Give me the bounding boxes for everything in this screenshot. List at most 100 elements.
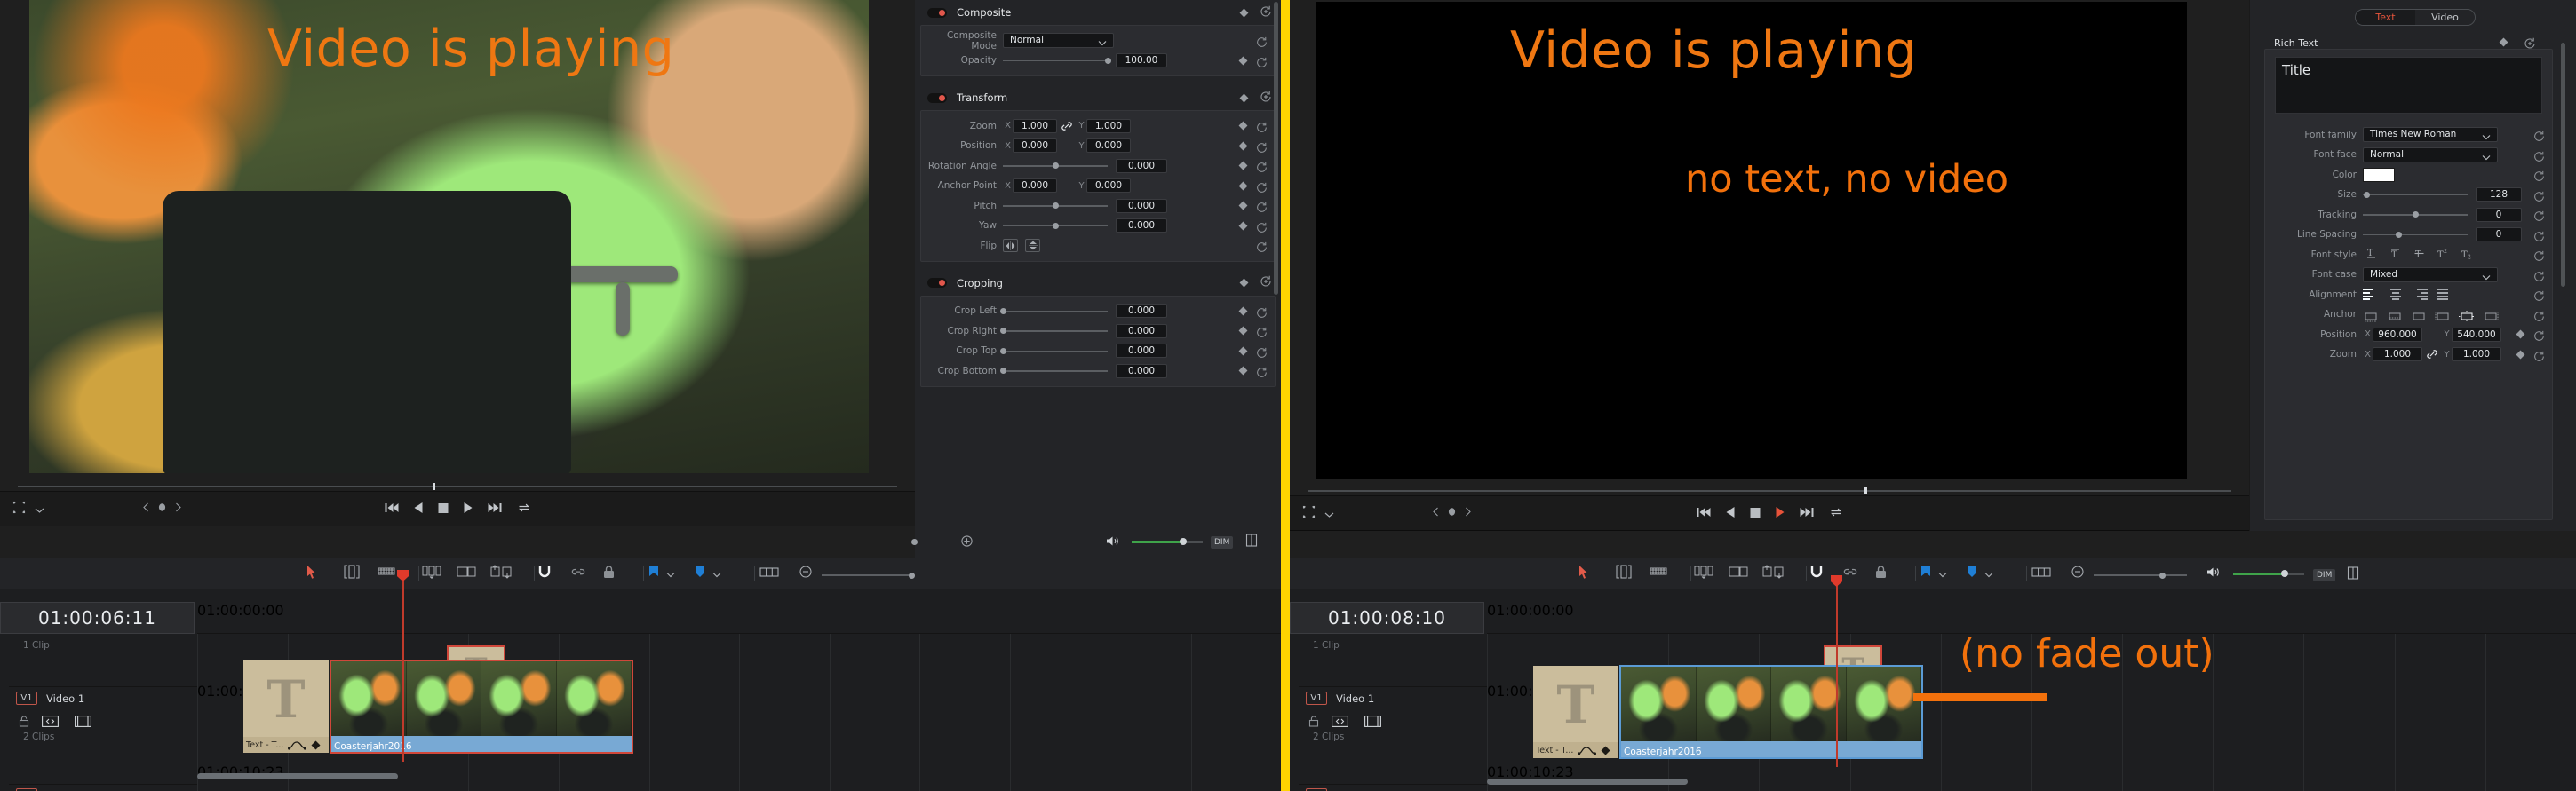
lock-icon[interactable] bbox=[1874, 565, 1888, 582]
rich-text-input[interactable]: Title bbox=[2275, 57, 2542, 114]
right-viewer-scrubber[interactable] bbox=[1308, 487, 2231, 494]
slider-tracking[interactable] bbox=[2363, 208, 2468, 222]
anchor-right-icon[interactable] bbox=[2483, 309, 2499, 321]
slider-crop-top[interactable] bbox=[1000, 344, 1108, 358]
value-position-y[interactable]: 540.000 bbox=[2452, 327, 2501, 342]
value-crop-right[interactable]: 0.000 bbox=[1116, 323, 1167, 338]
keyframe-icon[interactable] bbox=[1239, 278, 1249, 288]
anchor-box-icon[interactable] bbox=[2411, 309, 2427, 320]
slider-opacity[interactable] bbox=[1003, 53, 1111, 67]
right-timeline-hscroll[interactable] bbox=[1487, 779, 1688, 785]
track-video-enable-icon[interactable] bbox=[1364, 714, 1381, 731]
left-v1-title-clip-main[interactable]: T Text - T... bbox=[243, 660, 329, 753]
dim-button[interactable]: DIM bbox=[2313, 569, 2336, 581]
zoom-out-icon[interactable] bbox=[799, 565, 812, 581]
align-justify-icon[interactable] bbox=[2437, 289, 2453, 300]
value-zoom-x[interactable]: 1.000 bbox=[1013, 118, 1057, 133]
flag-dropdown-chevron-icon[interactable] bbox=[1938, 565, 1947, 581]
select-font-face[interactable]: Normal bbox=[2363, 146, 2498, 162]
reset-icon[interactable] bbox=[2533, 229, 2545, 246]
loop-icon[interactable] bbox=[518, 501, 531, 518]
trim-tool-icon[interactable] bbox=[343, 564, 361, 582]
keyframe-curve-icon[interactable] bbox=[288, 740, 307, 750]
timeline-view-options-icon[interactable] bbox=[2031, 565, 2051, 581]
left-keyframe-nav[interactable] bbox=[142, 502, 182, 512]
left-volume-slider[interactable] bbox=[1132, 538, 1203, 545]
slider-yaw[interactable] bbox=[1003, 218, 1108, 233]
value-anchor-point-x[interactable]: 0.000 bbox=[1013, 178, 1057, 194]
inspector-tab-group[interactable]: Text Video bbox=[2355, 9, 2476, 26]
reset-icon[interactable] bbox=[1256, 120, 1268, 137]
track-video-enable-icon[interactable] bbox=[75, 714, 91, 731]
mute-icon[interactable] bbox=[1245, 534, 1258, 550]
reset-icon[interactable] bbox=[2533, 249, 2545, 265]
reset-icon[interactable] bbox=[1256, 200, 1268, 217]
reset-icon[interactable] bbox=[2533, 328, 2545, 345]
keyframe-curve-icon[interactable] bbox=[1578, 746, 1597, 755]
right-toolbar-speaker-icon[interactable] bbox=[2206, 565, 2221, 581]
left-playback-controls[interactable] bbox=[385, 501, 531, 518]
sizing-dropdown-chevron-icon[interactable] bbox=[35, 501, 44, 518]
reset-icon[interactable] bbox=[1256, 180, 1268, 197]
flip-vertical-icon[interactable] bbox=[1025, 239, 1040, 253]
stop-icon[interactable] bbox=[438, 501, 449, 518]
reset-icon[interactable] bbox=[2533, 189, 2545, 206]
zoom-out-icon[interactable] bbox=[2071, 565, 2084, 581]
speaker-icon[interactable] bbox=[1106, 534, 1120, 550]
keyframe-icon[interactable] bbox=[1239, 93, 1249, 102]
right-keyframe-nav[interactable] bbox=[1432, 507, 1472, 517]
slider-rotation-angle[interactable] bbox=[1003, 159, 1108, 173]
value-zoom-y[interactable]: 1.000 bbox=[2452, 347, 2501, 362]
flip-horizontal-icon[interactable] bbox=[1003, 239, 1018, 253]
jump-end-icon[interactable] bbox=[1800, 505, 1815, 522]
track-lock-icon[interactable] bbox=[19, 714, 29, 731]
reset-icon[interactable] bbox=[2533, 349, 2545, 366]
link-clips-icon[interactable] bbox=[1842, 565, 1858, 581]
link-xy-icon[interactable] bbox=[2422, 349, 2442, 360]
slider-line-spacing[interactable] bbox=[2363, 227, 2468, 241]
blade-tool-icon[interactable] bbox=[1650, 565, 1667, 581]
link-xy-icon[interactable] bbox=[1057, 121, 1077, 131]
reset-icon[interactable] bbox=[2533, 129, 2545, 146]
select-font-case[interactable]: Mixed bbox=[2363, 266, 2498, 282]
left-inspector-scrollbar[interactable] bbox=[1274, 2, 1278, 295]
right-playback-controls[interactable] bbox=[1697, 505, 1843, 522]
insert-clip-icon[interactable] bbox=[1694, 565, 1713, 582]
value-anchor-point-y[interactable]: 0.000 bbox=[1086, 178, 1131, 194]
reset-icon[interactable] bbox=[1256, 240, 1268, 257]
align-left-icon[interactable] bbox=[2363, 289, 2378, 300]
reset-icon[interactable] bbox=[1256, 325, 1268, 342]
select-composite-mode[interactable]: Normal bbox=[1003, 33, 1114, 49]
right-timecode-display[interactable]: 01:00:08:10 bbox=[1290, 602, 1484, 634]
left-timecode-display[interactable]: 01:00:06:11 bbox=[0, 602, 195, 634]
play-icon[interactable] bbox=[463, 501, 474, 518]
reset-icon[interactable] bbox=[1256, 220, 1268, 237]
align-right-icon[interactable] bbox=[2413, 289, 2428, 300]
slider-size[interactable] bbox=[2363, 187, 2468, 202]
value-opacity[interactable]: 100.00 bbox=[1116, 53, 1167, 68]
slider-crop-left[interactable] bbox=[1000, 304, 1108, 318]
dim-button[interactable]: DIM bbox=[1211, 535, 1234, 549]
font-style-underline-icon[interactable]: T bbox=[2363, 248, 2379, 262]
anchor-bottom-icon[interactable] bbox=[2363, 309, 2379, 322]
left-playhead[interactable] bbox=[402, 575, 404, 762]
blade-tool-icon[interactable] bbox=[378, 565, 395, 581]
value-position-x[interactable]: 960.000 bbox=[2373, 327, 2422, 342]
pointer-tool-icon[interactable] bbox=[1578, 565, 1589, 582]
left-track-badge-v1[interactable]: V1 bbox=[16, 692, 37, 705]
right-playhead[interactable] bbox=[1836, 581, 1838, 767]
reset-section-icon[interactable] bbox=[1260, 90, 1272, 107]
replace-clip-icon[interactable] bbox=[490, 564, 512, 582]
marker-dropdown-chevron-icon[interactable] bbox=[712, 565, 721, 581]
timeline-view-options-icon[interactable] bbox=[759, 565, 779, 581]
anchor-center-icon[interactable] bbox=[2459, 309, 2475, 322]
right-volume-slider[interactable] bbox=[2233, 570, 2304, 577]
trim-tool-icon[interactable] bbox=[1615, 564, 1633, 582]
anchor-baseline-icon[interactable] bbox=[2387, 309, 2403, 320]
replace-clip-icon[interactable] bbox=[1762, 564, 1784, 582]
right-track-badge-v1[interactable]: V1 bbox=[1306, 692, 1327, 705]
track-lock-icon[interactable] bbox=[1308, 714, 1319, 731]
reset-icon[interactable] bbox=[1256, 365, 1268, 382]
right-v1-video-clip[interactable]: Coasterjahr2016 bbox=[1619, 665, 1923, 759]
stop-icon[interactable] bbox=[1750, 505, 1761, 522]
